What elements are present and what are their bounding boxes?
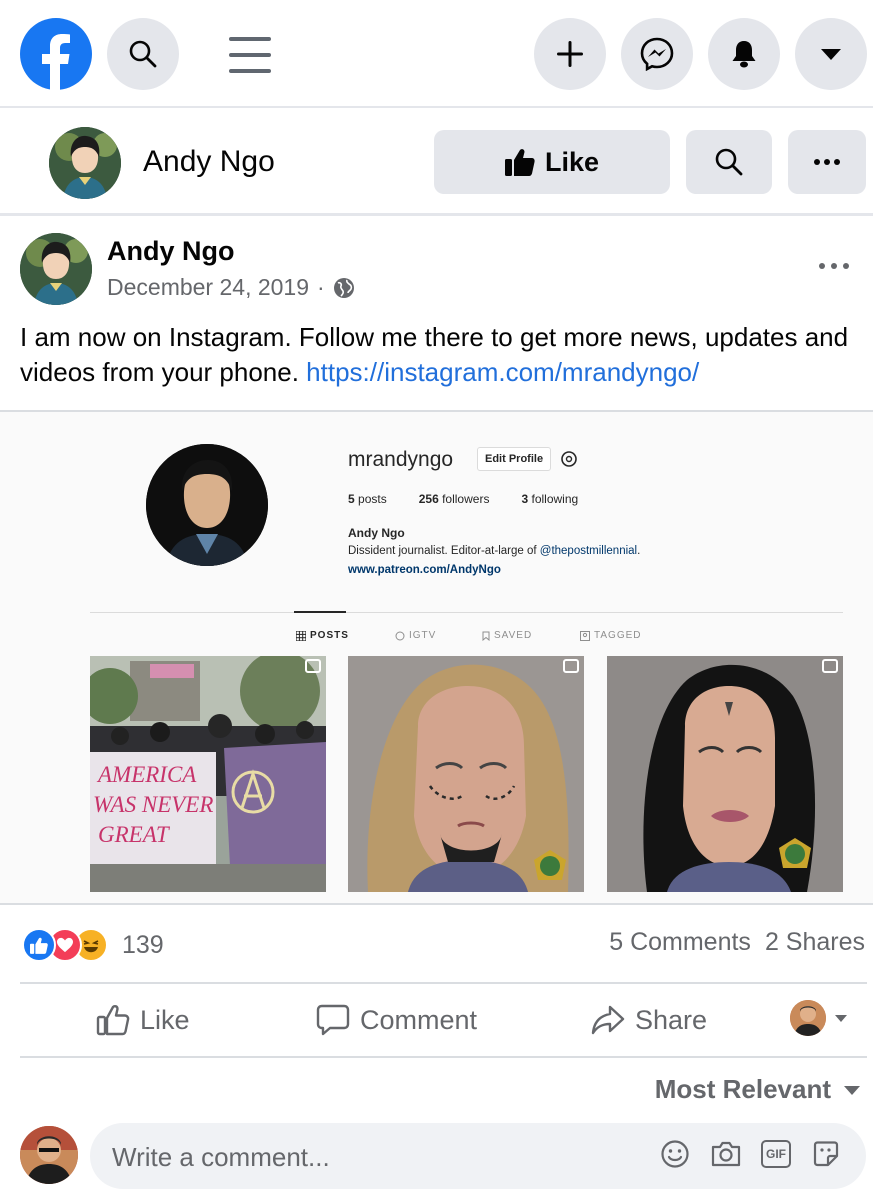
more-dots-icon — [819, 263, 849, 269]
thumbs-up-icon — [504, 149, 535, 176]
page-name[interactable]: Andy Ngo — [143, 145, 275, 179]
like-reaction-icon — [22, 928, 56, 962]
instagram-tab-posts: POSTS — [296, 630, 349, 641]
emoji-icon[interactable] — [660, 1139, 690, 1169]
share-label: Share — [635, 1004, 708, 1035]
tag-icon — [580, 630, 590, 641]
menu-icon — [229, 37, 271, 73]
instagram-profile-photo — [146, 444, 268, 566]
svg-text:GREAT: GREAT — [98, 822, 171, 847]
post-body: I am now on Instagram. Follow me there t… — [20, 320, 860, 390]
create-button[interactable] — [534, 18, 606, 90]
comment-sort-dropdown[interactable]: Most Relevant — [655, 1074, 861, 1105]
bookmark-icon — [482, 631, 490, 641]
top-navigation-bar — [0, 0, 873, 108]
svg-text:AMERICA: AMERICA — [96, 762, 197, 787]
meta-separator: · — [317, 274, 325, 300]
comment-placeholder: Write a comment... — [112, 1142, 330, 1172]
post-author-name[interactable]: Andy Ngo — [107, 236, 235, 267]
search-icon — [129, 40, 157, 68]
instagram-following-stat: 3 following — [521, 492, 579, 506]
instagram-active-tab-indicator — [294, 611, 346, 613]
comment-input[interactable]: Write a comment... GIF — [90, 1123, 866, 1189]
like-button[interactable]: Like — [96, 1000, 190, 1040]
gear-icon — [561, 451, 577, 467]
instagram-posts-stat: 5 posts — [348, 492, 387, 506]
share-arrow-icon — [591, 1005, 625, 1035]
thumbs-up-outline-icon — [96, 1004, 130, 1036]
instagram-thumbnail-mugshot-1 — [348, 656, 584, 892]
instagram-edit-profile: Edit Profile — [477, 447, 552, 471]
caret-down-icon — [844, 1085, 860, 1095]
divider — [20, 1056, 867, 1058]
instagram-bio: Dissident journalist. Editor-at-large of… — [348, 545, 641, 557]
post-image[interactable]: mrandyngo Edit Profile 5 posts 256 follo… — [0, 410, 873, 905]
sticker-icon[interactable] — [811, 1139, 841, 1169]
grid-icon — [296, 630, 306, 641]
caret-down-icon — [821, 49, 841, 60]
current-user-avatar[interactable] — [20, 1126, 78, 1184]
like-label: Like — [140, 1004, 190, 1035]
comments-count[interactable]: 5 Comments — [609, 928, 751, 957]
post-meta: December 24, 2019 · — [107, 274, 355, 301]
instagram-full-name: Andy Ngo — [348, 526, 405, 540]
search-icon — [715, 148, 743, 176]
divider — [20, 982, 867, 984]
comment-label: Comment — [360, 1004, 478, 1035]
instagram-thumbnail-protest: AMERICA WAS NEVER GREAT — [90, 656, 326, 892]
post-options-button[interactable] — [812, 248, 856, 284]
notifications-button[interactable] — [708, 18, 780, 90]
plus-icon — [557, 41, 583, 67]
page-avatar[interactable] — [49, 127, 121, 199]
comment-bubble-icon — [316, 1004, 350, 1036]
shares-count[interactable]: 2 Shares — [765, 928, 865, 957]
post-author-avatar[interactable] — [20, 233, 92, 305]
facebook-logo-icon[interactable] — [20, 18, 92, 90]
post-date[interactable]: December 24, 2019 — [107, 274, 309, 301]
igtv-icon — [395, 631, 405, 640]
page-more-button[interactable] — [788, 130, 866, 194]
share-button[interactable]: Share — [591, 1000, 707, 1040]
instagram-thumbnail-mugshot-2 — [607, 656, 843, 892]
instagram-followers-stat: 256 followers — [418, 492, 490, 506]
camera-icon[interactable] — [710, 1139, 742, 1169]
search-button[interactable] — [107, 18, 179, 90]
like-page-label: Like — [544, 146, 600, 177]
instagram-tab-tagged: TAGGED — [580, 630, 641, 641]
messenger-icon — [640, 37, 674, 71]
like-page-button[interactable]: Like — [434, 130, 670, 194]
engagement-counts: 5 Comments 2 Shares — [609, 928, 865, 957]
menu-button[interactable] — [229, 34, 271, 81]
instagram-stats: 5 posts 256 followers 3 following — [348, 492, 578, 506]
messenger-button[interactable] — [621, 18, 693, 90]
instagram-tab-saved: SAVED — [482, 630, 532, 641]
reactions-summary[interactable]: 139 — [22, 925, 164, 965]
account-menu-button[interactable] — [795, 18, 867, 90]
bell-icon — [732, 41, 756, 68]
gif-icon[interactable]: GIF — [761, 1140, 791, 1168]
post-link[interactable]: https://instagram.com/mrandyngo/ — [306, 357, 699, 387]
caret-down-icon — [835, 1015, 847, 1022]
instagram-tab-igtv: IGTV — [395, 630, 436, 641]
svg-text:WAS NEVER: WAS NEVER — [93, 792, 213, 817]
react-as-selector[interactable] — [790, 1000, 848, 1036]
reaction-count: 139 — [122, 930, 164, 959]
globe-icon — [333, 277, 354, 298]
instagram-username: mrandyngo — [348, 448, 454, 471]
more-dots-icon — [814, 159, 840, 165]
instagram-divider — [90, 612, 843, 613]
instagram-website: www.patreon.com/AndyNgo — [348, 564, 501, 576]
page-search-button[interactable] — [686, 130, 772, 194]
comment-sort-label: Most Relevant — [654, 1074, 831, 1104]
comment-button[interactable]: Comment — [316, 1000, 477, 1040]
user-avatar-small — [790, 1000, 826, 1036]
